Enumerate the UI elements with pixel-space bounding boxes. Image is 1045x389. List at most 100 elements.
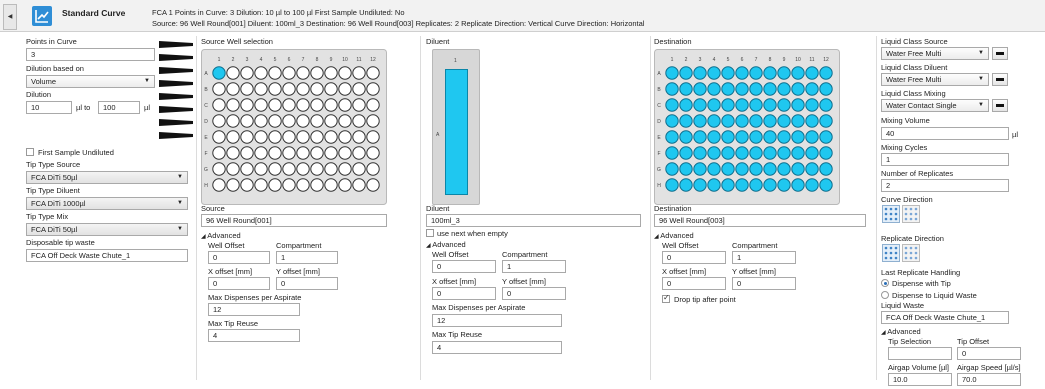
plate-well[interactable] [693,114,707,128]
plate-well[interactable] [282,162,296,176]
diluent-x-offset-input[interactable]: 0 [432,287,496,300]
plate-well[interactable] [665,66,679,80]
dispense-to-waste-radio[interactable] [881,291,889,299]
plate-well[interactable] [212,114,226,128]
source-y-offset-input[interactable]: 0 [276,277,338,290]
plate-well[interactable] [819,66,833,80]
mixing-cycles-input[interactable]: 1 [881,153,1009,166]
plate-well[interactable] [791,66,805,80]
plate-well[interactable] [352,114,366,128]
plate-well[interactable] [254,162,268,176]
plate-well[interactable] [226,146,240,160]
plate-well[interactable] [679,146,693,160]
plate-well[interactable] [366,146,380,160]
plate-well[interactable] [310,162,324,176]
plate-well[interactable] [749,82,763,96]
plate-well[interactable] [777,82,791,96]
plate-well[interactable] [791,130,805,144]
plate-well[interactable] [735,146,749,160]
plate-well[interactable] [819,98,833,112]
plate-well[interactable] [805,130,819,144]
plate-well[interactable] [735,114,749,128]
plate-well[interactable] [805,162,819,176]
plate-well[interactable] [721,178,735,192]
plate-well[interactable] [721,82,735,96]
plate-well[interactable] [226,82,240,96]
plate-well[interactable] [665,162,679,176]
plate-well[interactable] [763,66,777,80]
plate-well[interactable] [338,146,352,160]
plate-well[interactable] [707,162,721,176]
plate-well[interactable] [212,162,226,176]
plate-well[interactable] [707,66,721,80]
plate-well[interactable] [254,146,268,160]
plate-well[interactable] [338,162,352,176]
plate-well[interactable] [254,82,268,96]
replicate-horizontal-icon[interactable] [902,244,920,262]
plate-well[interactable] [324,162,338,176]
plate-well[interactable] [282,82,296,96]
plate-well[interactable] [707,114,721,128]
source-compartment-input[interactable]: 1 [276,251,338,264]
plate-well[interactable] [212,130,226,144]
plate-well[interactable] [324,98,338,112]
plate-well[interactable] [665,98,679,112]
plate-well[interactable] [254,178,268,192]
plate-well[interactable] [296,114,310,128]
airgap-volume-input[interactable]: 10.0 [888,373,952,386]
replicate-vertical-icon[interactable] [882,244,900,262]
plate-well[interactable] [338,178,352,192]
plate-well[interactable] [721,146,735,160]
diluent-trough[interactable]: 1 A [432,49,480,205]
plate-well[interactable] [352,82,366,96]
plate-well[interactable] [777,114,791,128]
plate-well[interactable] [721,162,735,176]
plate-well[interactable] [366,66,380,80]
plate-well[interactable] [338,66,352,80]
plate-well[interactable] [240,82,254,96]
plate-well[interactable] [310,98,324,112]
plate-well[interactable] [721,98,735,112]
plate-well[interactable] [310,130,324,144]
plate-well[interactable] [352,178,366,192]
destination-labware-input[interactable]: 96 Well Round[003] [654,214,866,227]
plate-well[interactable] [212,98,226,112]
source-max-tip-input[interactable]: 4 [208,329,300,342]
plate-well[interactable] [296,82,310,96]
plate-well[interactable] [749,130,763,144]
plate-well[interactable] [735,162,749,176]
destination-advanced-toggle[interactable]: ◢ Advanced [654,231,694,240]
mixing-volume-input[interactable]: 40 [881,127,1009,140]
plate-well[interactable] [749,114,763,128]
plate-well[interactable] [268,114,282,128]
plate-well[interactable] [735,130,749,144]
plate-well[interactable] [707,178,721,192]
plate-well[interactable] [282,114,296,128]
plate-well[interactable] [777,130,791,144]
plate-well[interactable] [240,66,254,80]
airgap-speed-input[interactable]: 70.0 [957,373,1021,386]
plate-well[interactable] [805,114,819,128]
tip-selection-input[interactable] [888,347,952,360]
plate-well[interactable] [763,146,777,160]
plate-well[interactable] [679,114,693,128]
plate-well[interactable] [791,178,805,192]
plate-well[interactable] [763,98,777,112]
dispense-with-tip-radio[interactable] [881,279,889,287]
plate-well[interactable] [735,82,749,96]
source-well-offset-input[interactable]: 0 [208,251,270,264]
diluent-advanced-toggle[interactable]: ◢ Advanced [426,240,466,249]
plate-well[interactable] [282,98,296,112]
plate-well[interactable] [240,114,254,128]
first-sample-checkbox[interactable] [26,148,34,156]
curve-vertical-icon[interactable] [902,205,920,223]
plate-well[interactable] [679,98,693,112]
diluent-labware-input[interactable]: 100ml_3 [426,214,641,227]
plate-well[interactable] [352,98,366,112]
plate-well[interactable] [777,162,791,176]
plate-well[interactable] [749,178,763,192]
plate-well[interactable] [693,66,707,80]
collapse-button[interactable]: ◀ [3,4,17,30]
plate-well[interactable] [282,178,296,192]
plate-well[interactable] [282,146,296,160]
